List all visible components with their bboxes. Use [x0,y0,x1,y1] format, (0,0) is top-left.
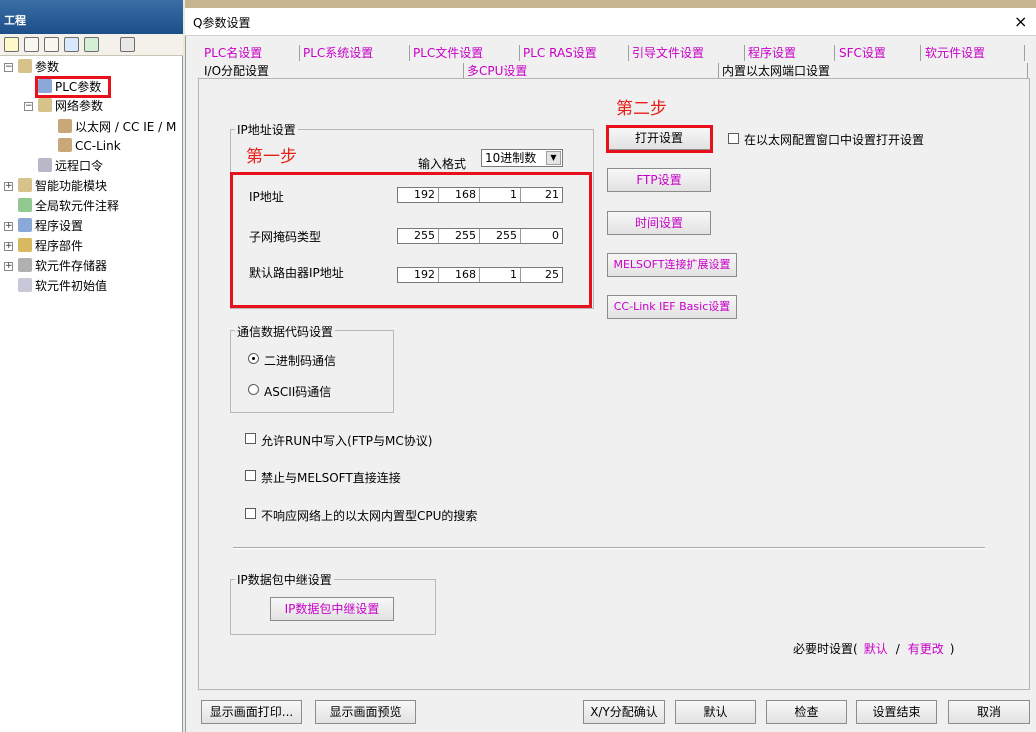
tree-item-global-comments[interactable]: 全局软元件注释 [18,196,119,216]
prohibit-melsoft-checkbox[interactable] [245,470,256,481]
paste-icon[interactable] [44,37,59,52]
binary-code-radio[interactable] [248,353,259,364]
preview-screen-button[interactable]: 显示画面预览 [315,700,416,724]
comment-icon [18,198,32,212]
ascii-code-label: ASCII码通信 [264,385,332,399]
memory-icon [18,258,32,272]
program-icon [18,218,32,232]
tab-device[interactable]: 软元件设置 [921,45,1025,61]
tree-item-parameters[interactable]: 参数 [18,57,59,77]
network-icon [58,138,72,152]
comm-code-group [230,330,394,413]
tree-item-ethernet[interactable]: 以太网 / CC IE / M [58,117,176,137]
cclink-ief-basic-button[interactable]: CC-Link IEF Basic设置 [607,295,737,319]
melsoft-extension-button[interactable]: MELSOFT连接扩展设置 [607,253,737,277]
tree-item-remote-password[interactable]: 远程口令 [38,156,103,176]
tree-item-cclink[interactable]: CC-Link [58,136,121,156]
xy-assignment-confirm-button[interactable]: X/Y分配确认 [583,700,665,724]
input-format-label: 输入格式 [418,157,467,171]
step2-annotation: 第二步 [616,99,667,119]
subnet-mask-field[interactable]: 255 255 255 0 [397,228,563,244]
chevron-down-icon[interactable]: ▼ [546,151,561,165]
parts-icon [18,238,32,252]
tab-sfc[interactable]: SFC设置 [835,45,921,61]
binary-code-label: 二进制码通信 [264,354,337,368]
ip-address-field[interactable]: 192 168 1 21 [397,187,563,203]
tab-builtin-ethernet[interactable]: 内置以太网端口设置 [718,63,1028,79]
tree-item-network-parameters[interactable]: 网络参数 [38,96,103,116]
refresh-icon[interactable] [84,37,99,52]
folder-icon [18,59,32,73]
allow-run-write-checkbox[interactable] [245,433,256,444]
module-icon [18,178,32,192]
lock-icon [38,158,52,172]
separator [233,547,985,549]
open-settings-highlight [606,125,713,153]
prohibit-melsoft-label: 禁止与MELSOFT直接连接 [261,471,401,485]
expand-toggle-icon[interactable]: + [4,242,13,251]
cancel-button[interactable]: 取消 [948,700,1030,724]
relay-group-label: IP数据包中继设置 [235,571,334,588]
ip-settings-label: IP地址设置 [235,121,298,138]
tree-item-device-memory[interactable]: 软元件存储器 [18,256,107,276]
no-search-response-checkbox[interactable] [245,508,256,519]
ascii-code-radio[interactable] [248,384,259,395]
no-search-response-label: 不响应网络上的以太网内置型CPU的搜索 [261,509,478,523]
open-in-config-label: 在以太网配置窗口中设置打开设置 [744,133,925,147]
time-settings-button[interactable]: 时间设置 [607,211,711,235]
tree-item-program-settings[interactable]: 程序设置 [18,216,83,236]
dialog-title: Q参数设置 [193,16,251,30]
tab-plc-ras[interactable]: PLC RAS设置 [519,45,629,61]
collapse-toggle-icon[interactable]: − [4,63,13,72]
open-in-config-checkbox[interactable] [728,133,739,144]
tab-plc-file[interactable]: PLC文件设置 [409,45,520,61]
new-item-icon[interactable] [4,37,19,52]
subnet-mask-label: 子网掩码类型 [249,230,322,244]
tab-program[interactable]: 程序设置 [744,45,835,61]
properties-icon[interactable] [64,37,79,52]
finish-settings-button[interactable]: 设置结束 [856,700,937,724]
ftp-settings-button[interactable]: FTP设置 [607,168,711,192]
tab-plc-name[interactable]: PLC名设置 [200,45,300,61]
tab-plc-system[interactable]: PLC系统设置 [299,45,410,61]
network-icon [38,98,52,112]
expand-toggle-icon[interactable]: + [4,262,13,271]
tab-io-assignment[interactable]: I/O分配设置 [200,63,464,79]
comm-code-label: 通信数据代码设置 [235,323,336,340]
input-format-select[interactable]: 10进制数 ▼ [481,149,563,167]
default-router-label: 默认路由器IP地址 [249,266,344,280]
collapse-toggle-icon[interactable]: − [24,102,33,111]
project-toolbar [0,34,183,56]
init-value-icon [18,278,32,292]
copy-icon[interactable] [24,37,39,52]
network-icon [58,119,72,133]
required-note: 必要时设置(默认 / 有更改) [793,642,955,656]
plc-parameter-highlight [35,76,111,98]
expand-toggle-icon[interactable]: + [4,182,13,191]
tab-boot-file[interactable]: 引导文件设置 [628,45,745,61]
tree-options-icon[interactable] [120,37,135,52]
default-button[interactable]: 默认 [675,700,756,724]
expand-toggle-icon[interactable]: + [4,222,13,231]
default-router-field[interactable]: 192 168 1 25 [397,267,563,283]
ip-relay-settings-button[interactable]: IP数据包中继设置 [270,597,394,621]
parent-window-strip [185,0,1036,8]
check-button[interactable]: 检查 [766,700,847,724]
dialog-titlebar [185,8,1036,36]
close-icon[interactable]: × [1014,12,1027,31]
tree-item-intelligent-modules[interactable]: 智能功能模块 [18,176,107,196]
tab-multi-cpu[interactable]: 多CPU设置 [463,63,719,79]
tree-item-program-parts[interactable]: 程序部件 [18,236,83,256]
ip-address-label: IP地址 [249,190,284,204]
print-screen-button[interactable]: 显示画面打印... [201,700,302,724]
project-pane-title: 工程 [0,0,183,34]
tree-item-device-init[interactable]: 软元件初始值 [18,276,107,296]
allow-run-write-label: 允许RUN中写入(FTP与MC协议) [261,434,433,448]
